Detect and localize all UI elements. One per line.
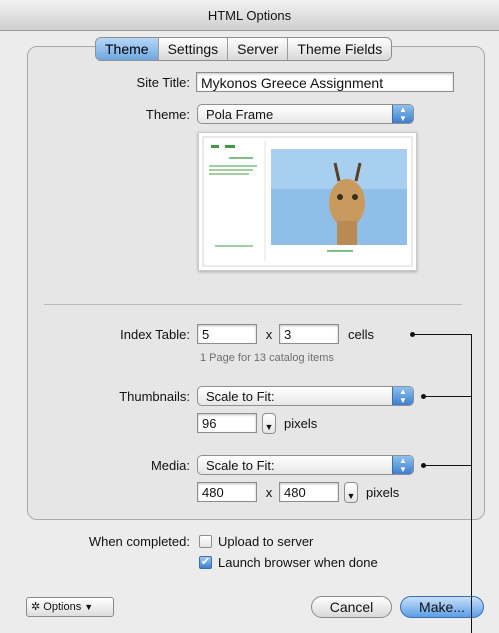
media-label: Media:: [150, 458, 190, 473]
site-title-field[interactable]: Mykonos Greece Assignment: [196, 72, 454, 92]
media-times-label: x: [265, 485, 273, 500]
tab-bar: Theme Settings Server Theme Fields: [95, 37, 393, 61]
index-unit-label: cells: [348, 327, 375, 342]
upload-label: Upload to server: [218, 534, 314, 549]
theme-popup-value: Pola Frame: [206, 107, 274, 122]
tab-server[interactable]: Server: [227, 38, 287, 60]
thumbnail-size-field[interactable]: 96: [197, 413, 257, 433]
media-popup-value: Scale to Fit:: [206, 458, 275, 473]
callout-line: [413, 334, 471, 335]
launch-browser-label: Launch browser when done: [218, 555, 378, 570]
upload-checkbox[interactable]: [199, 535, 212, 548]
media-unit-label: pixels: [366, 485, 400, 500]
theme-preview-image: [202, 136, 413, 267]
site-title-label: Site Title:: [136, 75, 190, 90]
tab-settings[interactable]: Settings: [157, 38, 228, 60]
index-times-label: x: [265, 327, 273, 342]
thumbnails-label: Thumbnails:: [119, 389, 190, 404]
cancel-button[interactable]: Cancel: [311, 596, 392, 618]
index-table-label: Index Table:: [120, 327, 190, 342]
tab-theme[interactable]: Theme: [96, 38, 158, 60]
index-columns-field[interactable]: 5: [197, 324, 257, 344]
popup-arrows-icon: ▲ ▼: [392, 456, 413, 474]
window-title: HTML Options: [207, 7, 292, 23]
thumbnail-unit-label: pixels: [284, 416, 318, 431]
media-width-field[interactable]: 480: [197, 482, 257, 502]
gear-icon: ✲: [31, 601, 41, 613]
section-divider: [44, 304, 462, 305]
theme-label: Theme:: [145, 107, 190, 122]
window-titlebar: HTML Options: [0, 0, 499, 31]
index-hint: 1 Page for 13 catalog items: [200, 352, 334, 364]
callout-line: [424, 465, 471, 466]
theme-popup[interactable]: Pola Frame ▲ ▼: [197, 104, 414, 124]
options-button-label: Options: [43, 601, 82, 613]
theme-preview: [198, 132, 417, 271]
chevron-down-icon: ▼: [84, 602, 94, 612]
popup-arrows-icon: ▲ ▼: [392, 105, 413, 123]
launch-browser-checkbox[interactable]: ✔: [199, 556, 212, 569]
thumbnail-size-menu-icon[interactable]: ▼: [262, 413, 276, 434]
media-size-menu-icon[interactable]: ▼: [344, 482, 358, 503]
when-completed-label: When completed:: [88, 534, 190, 549]
media-height-field[interactable]: 480: [279, 482, 339, 502]
thumbnails-popup[interactable]: Scale to Fit: ▲ ▼: [197, 386, 414, 406]
thumbnails-popup-value: Scale to Fit:: [206, 389, 275, 404]
callout-line: [424, 396, 471, 397]
callout-line: [471, 334, 472, 633]
options-button[interactable]: ✲ Options ▼: [26, 597, 114, 617]
media-popup[interactable]: Scale to Fit: ▲ ▼: [197, 455, 414, 475]
tab-theme-fields[interactable]: Theme Fields: [287, 38, 391, 60]
index-rows-field[interactable]: 3: [279, 324, 339, 344]
popup-arrows-icon: ▲ ▼: [392, 387, 413, 405]
